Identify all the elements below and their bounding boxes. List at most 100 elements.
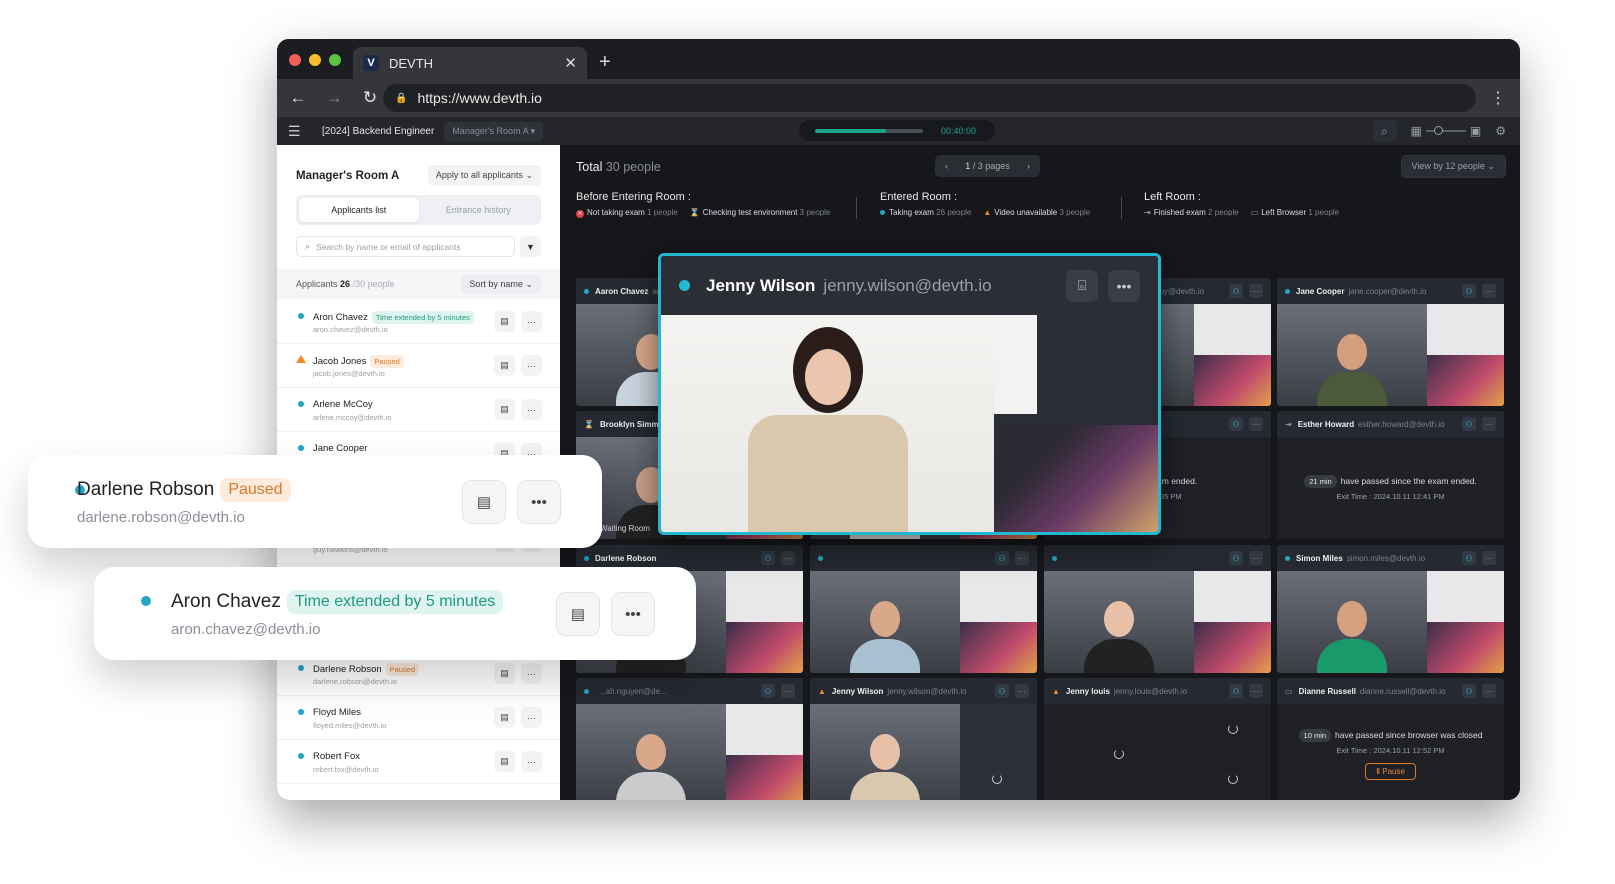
applicant-tile[interactable]: ▲ Jenny Wilson jenny.wilson@devth.io ⚇ ··· (810, 678, 1037, 800)
applicant-tile[interactable]: ⚇ ··· (810, 545, 1037, 673)
legend-count: 26 people (936, 208, 972, 217)
reload-icon[interactable]: ↻ (355, 88, 385, 108)
applicant-tile[interactable]: Jane Cooper jane.cooper@devth.io ⚇ ··· (1277, 278, 1504, 406)
tile-video (576, 704, 803, 800)
face-verify-icon[interactable]: ⚇ (1462, 284, 1476, 298)
name-text: Jane Cooper (313, 443, 368, 454)
face-verify-icon[interactable]: ⚇ (995, 684, 1009, 698)
applicant-row[interactable]: Aron Chavez Time extended by 5 minutes aro… (277, 300, 560, 344)
face-verify-icon[interactable]: ⚇ (761, 684, 775, 698)
more-icon[interactable]: ··· (1249, 417, 1263, 431)
address-input[interactable]: 🔒 https://www.devth.io (383, 84, 1476, 112)
face-verify-icon[interactable]: ⚇ (1462, 684, 1476, 698)
face-verify-icon[interactable]: ⚇ (995, 551, 1009, 565)
applicant-row[interactable]: Robert Fox robert.fox@devth.io ▤ ··· (277, 740, 560, 784)
face-verify-icon[interactable]: ⚇ (1462, 417, 1476, 431)
back-icon[interactable]: ← (283, 88, 313, 108)
grid-size-slider[interactable]: ▦ ▣ (1411, 124, 1482, 138)
more-icon[interactable]: ··· (1249, 551, 1263, 565)
applicant-tile[interactable]: ...ah.nguyen@de... ⚇ ··· (576, 678, 803, 800)
more-icon[interactable]: ••• (517, 480, 561, 524)
tab-applicants-list[interactable]: Applicants list (299, 198, 419, 222)
apply-to-all-button[interactable]: Apply to all applicants ⌄ (427, 165, 541, 186)
applicant-tile[interactable]: ⇥ Esther Howard esther.howard@devth.io ⚇ ···… (1277, 411, 1504, 539)
more-icon[interactable]: ··· (521, 663, 542, 684)
more-icon[interactable]: ··· (1482, 684, 1496, 698)
close-tab-icon[interactable]: ✕ (564, 54, 577, 72)
browser-menu-icon[interactable]: ⋮ (1490, 88, 1506, 108)
featured-name: Jenny Wilson (706, 275, 816, 295)
gear-icon[interactable]: ⚙ (1495, 124, 1506, 138)
more-icon[interactable]: ··· (781, 551, 795, 565)
chat-icon[interactable]: ▤ (462, 480, 506, 524)
face-verify-icon[interactable]: ⚇ (1229, 417, 1243, 431)
more-icon[interactable]: ··· (521, 399, 542, 420)
chat-icon[interactable]: ▤ (494, 399, 515, 420)
applicant-email: arlene.mccoy@devth.io (313, 413, 392, 422)
more-icon[interactable]: ··· (781, 684, 795, 698)
applicant-row[interactable]: Arlene McCoy arlene.mccoy@devth.io ▤ ··· (277, 388, 560, 432)
prev-page-button[interactable]: ‹ (945, 161, 948, 171)
legend-label: Checking test environment (702, 208, 798, 217)
applicant-tile[interactable]: ▭ Dianne Russell dianne.russell@devth.io ⚇ ·… (1277, 678, 1504, 800)
more-icon[interactable]: ··· (521, 311, 542, 332)
face-scan-icon[interactable]: ⌻ (1066, 269, 1098, 302)
pause-button[interactable]: Ⅱ Pause (1365, 763, 1416, 780)
more-icon[interactable]: ··· (1015, 684, 1029, 698)
forward-icon[interactable]: → (319, 88, 349, 108)
slider-knob[interactable] (1433, 126, 1443, 135)
view-by-select[interactable]: View by 12 people ⌄ (1400, 155, 1506, 178)
chat-icon[interactable]: ▤ (494, 707, 515, 728)
more-icon[interactable]: ··· (1482, 551, 1496, 565)
face-verify-icon[interactable]: ⚇ (1229, 551, 1243, 565)
face-verify-icon[interactable]: ⚇ (761, 551, 775, 565)
maximize-window-button[interactable] (329, 54, 341, 66)
search-icon[interactable]: ⌕ (1372, 120, 1397, 142)
filter-icon[interactable]: ▼ (520, 236, 541, 257)
more-icon[interactable]: ··· (1249, 284, 1263, 298)
chat-icon[interactable]: ▤ (494, 355, 515, 376)
name-text: Darlene Robson (313, 664, 382, 675)
more-icon[interactable]: ••• (611, 592, 655, 636)
more-icon[interactable]: ··· (1482, 284, 1496, 298)
applicant-tile[interactable]: ▲ Jenny louis jenny.louis@devth.io ⚇ ··· (1044, 678, 1271, 800)
face-verify-icon[interactable]: ⚇ (1462, 551, 1476, 565)
browser-tab[interactable]: V DEVTH ✕ (353, 47, 587, 79)
sort-button[interactable]: Sort by name ⌄ (461, 274, 541, 294)
tab-entrance-history[interactable]: Entrance history (419, 198, 539, 222)
timer-progress-fill (815, 128, 887, 133)
next-page-button[interactable]: › (1027, 161, 1030, 171)
close-window-button[interactable] (289, 54, 301, 66)
new-tab-icon[interactable]: + (599, 51, 611, 74)
card-email: aron.chavez@devth.io (171, 621, 321, 638)
applicant-row[interactable]: Floyd Miles floyed.miles@devth.io ▤ ··· (277, 696, 560, 740)
face-verify-icon[interactable]: ⚇ (1229, 284, 1243, 298)
more-icon[interactable]: ··· (521, 707, 542, 728)
face-verify-icon[interactable]: ⚇ (1229, 684, 1243, 698)
applicant-search-input[interactable]: ⌕ Search by name or email of applicants (296, 236, 515, 257)
chat-icon[interactable]: ▤ (494, 663, 515, 684)
more-icon[interactable]: ··· (1249, 684, 1263, 698)
floating-card-aron[interactable]: Aron Chavez Time extended by 5 minutes a… (94, 567, 696, 660)
more-icon[interactable]: ··· (521, 355, 542, 376)
applicant-tile[interactable]: ⚇ ··· (1044, 545, 1271, 673)
person-head (1336, 601, 1367, 637)
applicant-tile[interactable]: Simon Miles simon.miles@devth.io ⚇ ··· (1277, 545, 1504, 673)
more-icon[interactable]: ··· (521, 751, 542, 772)
more-icon[interactable]: ··· (1015, 551, 1029, 565)
room-select[interactable]: Manager's Room A ▾ (444, 121, 544, 141)
more-icon[interactable]: ··· (1482, 417, 1496, 431)
tile-header: ▭ Dianne Russell dianne.russell@devth.io ⚇ ·… (1277, 678, 1504, 704)
hamburger-menu-icon[interactable]: ☰ (288, 123, 304, 140)
grid-large-icon[interactable]: ▣ (1470, 124, 1481, 138)
more-icon[interactable]: ••• (1108, 269, 1140, 302)
chat-icon[interactable]: ▤ (494, 751, 515, 772)
chat-icon[interactable]: ▤ (494, 311, 515, 332)
applicant-row[interactable]: Jacob Jones Paused jacob.jones@devth.io ▤ ··… (277, 344, 560, 388)
featured-applicant-tile[interactable]: Jenny Wilson jenny.wilson@devth.io ⌻ ••• (658, 253, 1161, 535)
minimize-window-button[interactable] (309, 54, 321, 66)
floating-card-darlene[interactable]: Darlene Robson Paused darlene.robson@dev… (28, 455, 602, 548)
chat-icon[interactable]: ▤ (556, 592, 600, 636)
grid-small-icon[interactable]: ▦ (1411, 124, 1422, 138)
slider-track[interactable] (1425, 126, 1466, 135)
